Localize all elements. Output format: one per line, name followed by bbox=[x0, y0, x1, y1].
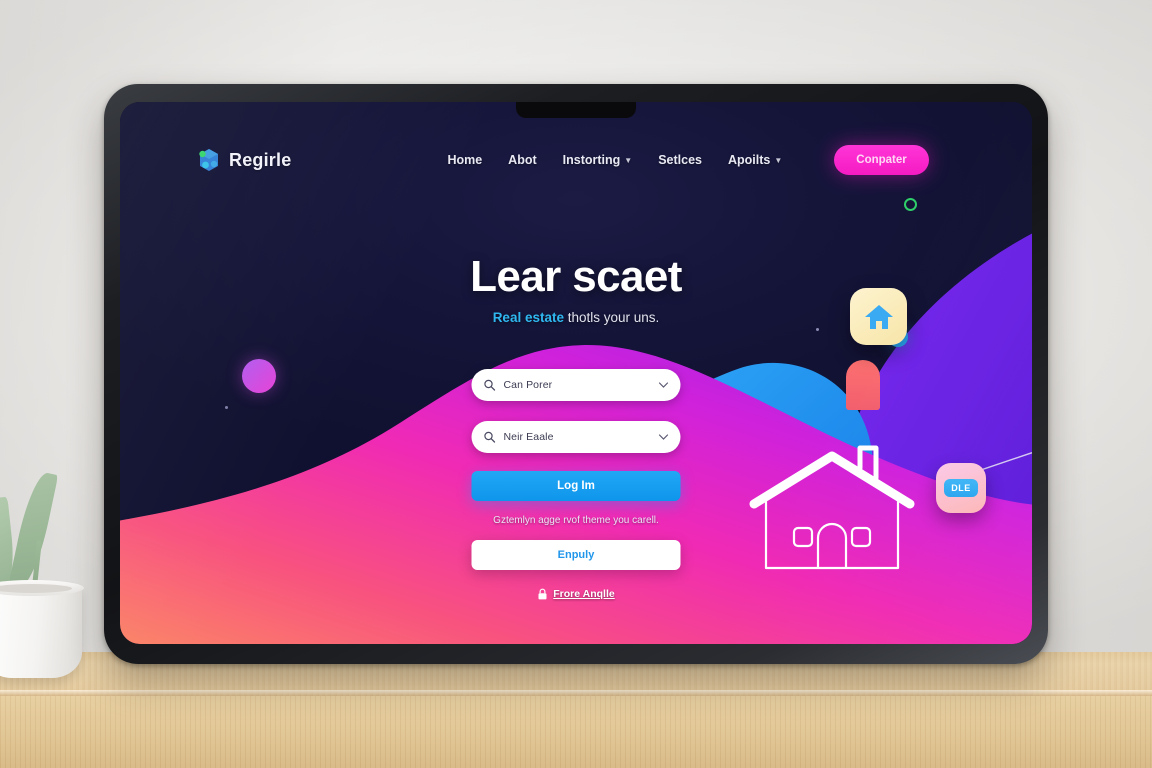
chevron-down-icon bbox=[658, 382, 669, 388]
hero-subtitle: Real estate thotls your uns. bbox=[493, 310, 660, 325]
plant-pot bbox=[0, 584, 82, 678]
search-icon bbox=[484, 431, 496, 443]
search-select-type[interactable]: Neir Eaale bbox=[471, 421, 681, 453]
page-title: Lear scaet bbox=[470, 252, 682, 301]
chevron-down-icon: ▼ bbox=[774, 155, 783, 165]
chevron-down-icon: ▼ bbox=[624, 155, 633, 165]
house-line-illustration bbox=[742, 442, 922, 582]
decorative-dot-small bbox=[225, 406, 228, 409]
site-navbar: Regirle Home Abot Instorting ▼ Setlces A… bbox=[120, 138, 1032, 182]
nav-link-setlces[interactable]: Setlces bbox=[658, 153, 702, 167]
brand-logo-group[interactable]: Regirle bbox=[198, 148, 291, 172]
badge-dle-label: DLE bbox=[944, 479, 978, 497]
tablet-device: DLE Regirle Home Abot Instorting ▼ Setlc… bbox=[104, 84, 1048, 664]
nav-link-label: Setlces bbox=[658, 153, 702, 167]
login-button[interactable]: Log Im bbox=[471, 471, 681, 501]
decorative-dot-small bbox=[816, 328, 819, 331]
chevron-down-icon bbox=[658, 434, 669, 440]
footer-link[interactable]: Frore Anqlle bbox=[472, 588, 681, 600]
tablet-screen: DLE Regirle Home Abot Instorting ▼ Setlc… bbox=[120, 102, 1032, 644]
brand-hexagon-icon bbox=[199, 149, 218, 171]
nav-cta-button[interactable]: Conpater bbox=[834, 145, 929, 175]
decorative-coral-shape bbox=[846, 360, 880, 410]
form-helper-text: Gztemlyn agge rvof theme you carell. bbox=[493, 515, 659, 526]
floating-badge-home[interactable] bbox=[850, 288, 907, 345]
nav-link-label: Home bbox=[447, 153, 483, 167]
lock-icon bbox=[538, 588, 547, 600]
search-select-type-value: Neir Eaale bbox=[503, 431, 554, 443]
hero-subtitle-accent: Real estate bbox=[492, 310, 564, 326]
nav-link-apoilts[interactable]: Apoilts ▼ bbox=[728, 153, 782, 167]
enquiry-button[interactable]: Enpuly bbox=[471, 540, 681, 570]
search-select-location-value: Can Porer bbox=[503, 379, 553, 391]
floating-badge-dle[interactable]: DLE bbox=[936, 463, 986, 513]
nav-link-label: Instorting bbox=[562, 153, 621, 167]
search-select-location[interactable]: Can Porer bbox=[471, 369, 681, 401]
camera-notch bbox=[516, 102, 636, 118]
footer-link-label: Frore Anqlle bbox=[553, 588, 615, 600]
nav-link-label: Apoilts bbox=[727, 153, 771, 167]
decorative-dot-purple bbox=[242, 359, 276, 393]
photo-scene: DLE Regirle Home Abot Instorting ▼ Setlc… bbox=[0, 0, 1152, 768]
nav-links: Home Abot Instorting ▼ Setlces Apoilts ▼… bbox=[447, 145, 929, 175]
hero-form: Can Porer Neir Eaale Log Im Gztemlyn agg… bbox=[471, 369, 681, 600]
table-front-grain bbox=[0, 696, 1152, 768]
search-icon bbox=[484, 379, 496, 391]
hero-subtitle-rest: thotls your uns. bbox=[567, 310, 660, 326]
brand-name: Regirle bbox=[229, 149, 292, 170]
decorative-ring-green bbox=[904, 198, 917, 211]
webpage: DLE Regirle Home Abot Instorting ▼ Setlc… bbox=[120, 102, 1032, 644]
nav-link-instorting[interactable]: Instorting ▼ bbox=[563, 153, 633, 167]
nav-link-about[interactable]: Abot bbox=[508, 153, 536, 167]
nav-link-label: Abot bbox=[508, 153, 537, 167]
nav-link-home[interactable]: Home bbox=[447, 153, 482, 167]
house-icon bbox=[864, 304, 893, 329]
